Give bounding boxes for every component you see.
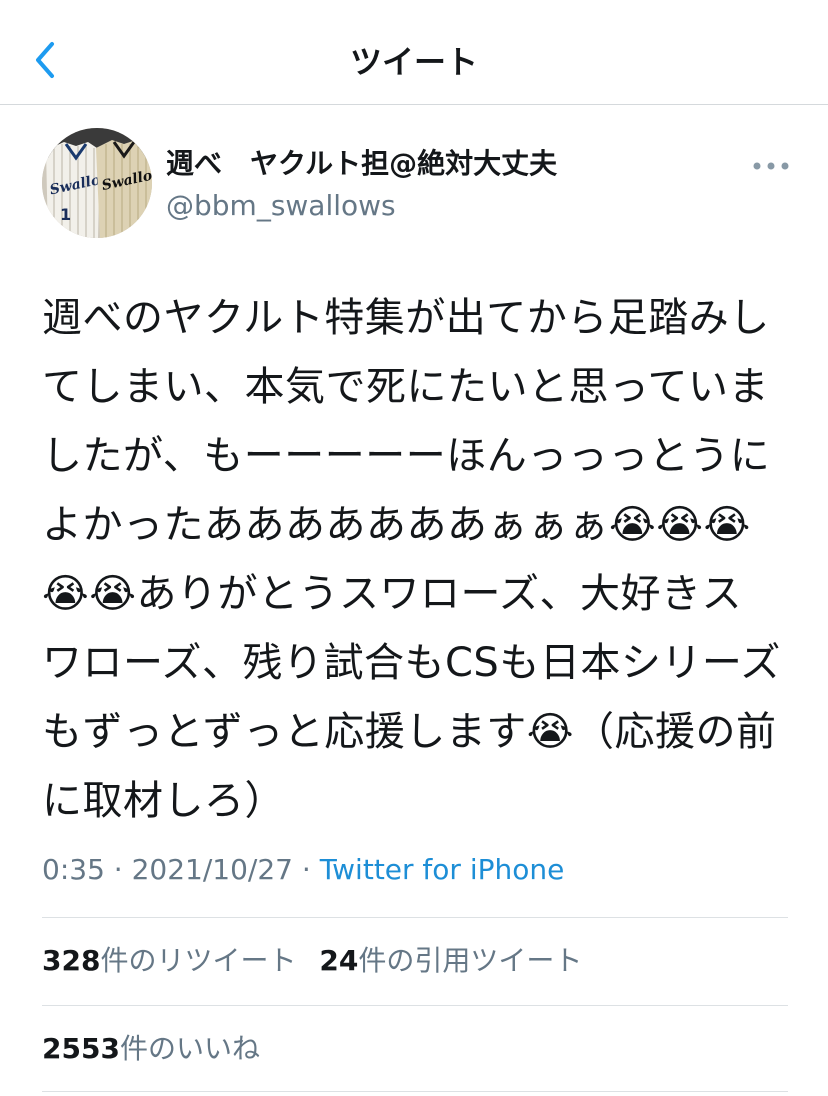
tweet-text: 週べのヤクルト特集が出てから足踏みしてしまい、本気で死にたいと思っていましたが、… [42,295,781,824]
divider [42,917,788,918]
meta-separator: · [104,853,132,886]
tweet-source-link[interactable]: Twitter for iPhone [320,853,565,886]
stats-row-shares: 328件のリツイート 24件の引用ツイート [42,941,582,981]
quotes-label: 件の引用ツイート [358,944,583,977]
divider [42,1005,788,1006]
avatar[interactable]: Swallows 1 Swallows [42,128,152,238]
display-name[interactable]: 週べ ヤクルト担@絶対大丈夫 [166,146,557,182]
swallows-jerseys-image: Swallows 1 Swallows [42,128,152,238]
likes-label: 件のいいね [119,1032,260,1065]
retweets-count: 328 [42,944,101,977]
retweets-label: 件のリツイート [100,944,297,977]
more-options-button[interactable] [750,154,792,178]
tweet-date: 2021/10/27 [131,853,293,886]
tweet-author: Swallows 1 Swallows 週べ ヤクルト担@絶対大丈夫 @bbm_… [42,128,792,240]
tweet-meta: 0:35 · 2021/10/27 · Twitter for iPhone [42,850,564,890]
avatar-jersey-number: 1 [60,205,71,224]
likes-stat[interactable]: 2553件のいいね [42,1029,260,1069]
likes-count: 2553 [42,1032,120,1065]
meta-separator: · [292,853,320,886]
tweet-time: 0:35 [42,853,105,886]
retweets-stat[interactable]: 328件のリツイート [42,941,296,981]
user-handle[interactable]: @bbm_swallows [166,188,396,224]
quotes-stat[interactable]: 24件の引用ツイート [319,941,582,981]
navigation-header: ツイート [0,0,828,105]
stats-row-likes: 2553件のいいね [42,1029,260,1069]
more-horizontal-icon [753,162,789,170]
page-title: ツイート [349,43,478,81]
quotes-count: 24 [319,944,359,977]
divider [42,1091,788,1092]
